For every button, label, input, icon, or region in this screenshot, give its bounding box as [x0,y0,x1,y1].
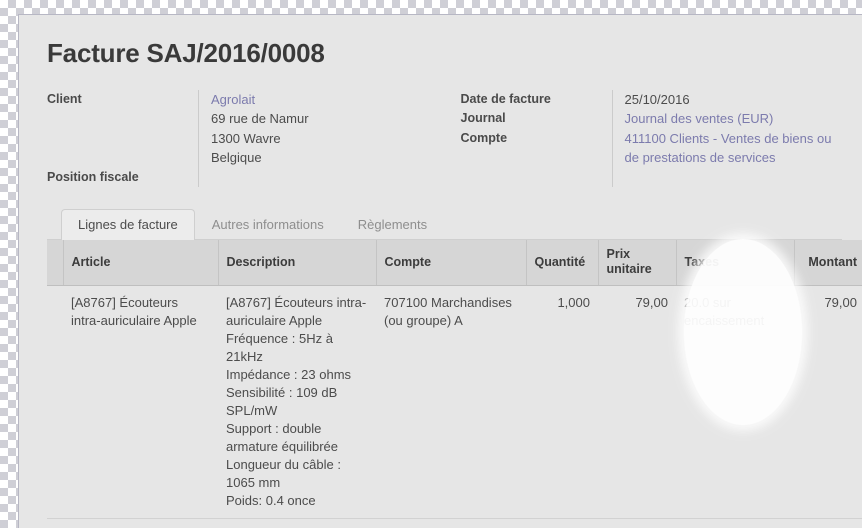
customer-labels-column: Client Position fiscale [47,89,199,188]
header-group-invoice: Date de facture Journal Compte 25/10/201… [445,89,843,188]
cell-montant: 79,00 [794,285,862,520]
column-header-compte[interactable]: Compte [376,240,527,287]
description-line: Fréquence : 5Hz à 21kHz [226,331,333,365]
label-position-fiscale: Position fiscale [47,169,139,184]
description-line: Poids: 0.4 once [226,493,316,509]
notebook: Lignes de facture Autres informations Rè… [47,209,862,520]
customer-city: 1300 Wavre [211,130,281,146]
label-spacer-4 [461,148,604,168]
label-journal: Journal [460,111,506,126]
description-line: Longueur du câble : 1065 mm [226,457,341,491]
account-link[interactable]: 411100 Clients - Ventes de biens ou de p… [625,129,843,168]
invoice-date-value[interactable]: 25/10/2016 [625,90,843,110]
column-header-quantite[interactable]: Quantité [526,240,599,287]
header-field-groups: Client Position fiscale Agrolait 69 rue … [47,89,843,188]
form-sheet: Facture SAJ/2016/0008 Client Position fi… [19,15,862,520]
tab-autres-informations[interactable]: Autres informations [195,209,341,240]
label-spacer-1 [47,109,190,129]
tab-lignes-de-facture[interactable]: Lignes de facture [61,209,195,241]
customer-country: Belgique [211,150,262,166]
customer-values-column: Agrolait 69 rue de Namur 1300 Wavre Belg… [199,90,429,188]
description-line: [A8767] Écouteurs intra-auriculaire Appl… [226,295,367,329]
cell-article[interactable]: [A8767] Écouteurs intra-auriculaire Appl… [63,285,218,520]
invoice-form-card: Facture SAJ/2016/0008 Client Position fi… [18,14,862,528]
cell-quantite[interactable]: 1,000 [526,285,598,520]
cell-prix-unitaire[interactable]: 79,00 [598,285,676,520]
customer-street: 69 rue de Namur [211,111,309,127]
description-line: Impédance : 23 ohms [226,367,352,383]
header-group-customer: Client Position fiscale Agrolait 69 rue … [47,89,445,188]
invoice-values-column: 25/10/2016 Journal des ventes (EUR) 4111… [613,90,843,188]
page-title: Facture SAJ/2016/0008 [47,38,325,68]
column-header-montant[interactable]: Montant [794,240,862,287]
cell-compte[interactable]: 707100 Marchandises (ou groupe) A [376,285,526,520]
label-date-de-facture: Date de facture [460,91,551,106]
row-handle-cell[interactable] [47,285,63,520]
column-header-taxes[interactable]: Taxes [676,240,795,287]
description-lines: [A8767] Écouteurs intra-auriculaire Appl… [226,294,368,510]
row-handle-header [47,240,64,287]
invoice-lines-table: Article Description Compte Quantité Prix… [47,240,862,520]
customer-name-link[interactable]: Agrolait [211,90,429,110]
label-compte: Compte [460,130,508,145]
cell-description[interactable]: [A8767] Écouteurs intra-auriculaire Appl… [218,285,376,520]
label-spacer-5 [461,168,604,188]
table-row[interactable]: [A8767] Écouteurs intra-auriculaire Appl… [47,285,862,520]
description-line: Support : double armature équilibrée [226,421,339,455]
fiscal-position-value[interactable] [211,168,429,188]
invoice-lines-body: [A8767] Écouteurs intra-auriculaire Appl… [47,285,862,520]
tab-reglements[interactable]: Règlements [341,209,444,240]
description-line: Sensibilité : 109 dB SPL/mW [226,385,338,419]
journal-link[interactable]: Journal des ventes (EUR) [625,109,843,129]
invoice-labels-column: Date de facture Journal Compte [460,89,613,188]
cell-taxes[interactable]: 20.0 sur encaissement [676,285,794,520]
column-header-description[interactable]: Description [218,240,377,287]
invoice-lines-header: Article Description Compte Quantité Prix… [47,240,862,287]
notebook-tabs: Lignes de facture Autres informations Rè… [47,209,842,241]
column-header-article[interactable]: Article [63,240,219,287]
label-client: Client [47,91,82,106]
column-header-prix-unitaire[interactable]: Prix unitaire [598,240,677,287]
label-spacer-3 [47,148,190,168]
label-spacer-2 [47,129,190,149]
table-header-row: Article Description Compte Quantité Prix… [47,240,862,287]
